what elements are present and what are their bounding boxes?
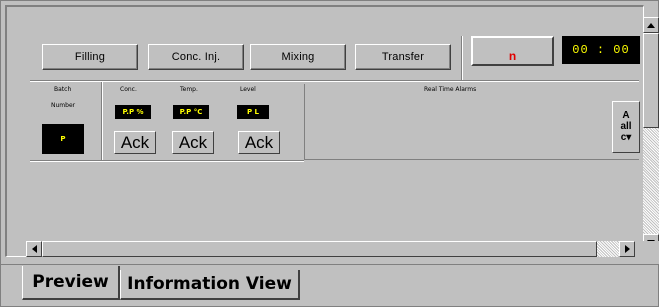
vertical-scroll-track[interactable]: [643, 128, 659, 234]
vertical-scroll-thumb[interactable]: [643, 33, 659, 128]
scroll-left-button[interactable]: [26, 241, 42, 257]
horizontal-scroll-thumb[interactable]: [42, 241, 597, 257]
conc-label: Conc.: [120, 86, 137, 93]
temp-label: Temp.: [180, 86, 198, 93]
scrollbar-corner: [635, 241, 659, 257]
arrow-right-icon: [624, 245, 630, 253]
horizontal-scrollbar[interactable]: [42, 241, 597, 257]
scroll-right-button[interactable]: [619, 241, 635, 257]
horizontal-scroll-track[interactable]: [597, 241, 619, 257]
tab-information-view[interactable]: Information View: [120, 270, 300, 300]
conc-display: P.P %: [115, 105, 151, 119]
vertical-scrollbar[interactable]: [643, 17, 659, 264]
alarm-indicator: n: [508, 49, 517, 63]
arrow-up-icon: [647, 22, 655, 28]
mixing-button[interactable]: Mixing: [250, 44, 346, 70]
divider: [461, 36, 463, 82]
app-window: Filling Conc. Inj. Mixing Transfer n 00 …: [0, 0, 659, 307]
filling-button[interactable]: Filling: [42, 44, 138, 70]
number-label: Number: [51, 102, 76, 109]
scroll-up-button[interactable]: [643, 17, 659, 33]
temp-display: P.P °C: [173, 105, 209, 119]
level-label: Level: [240, 86, 256, 93]
level-display: P L: [237, 105, 269, 119]
divider: [101, 82, 103, 160]
transfer-button[interactable]: Transfer: [355, 44, 451, 70]
alarm-button[interactable]: n: [471, 36, 554, 66]
divider: [30, 80, 639, 82]
batch-number-display: P: [42, 124, 84, 154]
conc-inj-button[interactable]: Conc. Inj.: [148, 44, 244, 70]
batch-label: Batch: [54, 86, 72, 93]
alarms-title: Real Time Alarms: [424, 86, 477, 93]
divider: [30, 160, 304, 162]
acknowledge-all-label: A all c▾: [620, 110, 632, 143]
arrow-left-icon: [31, 245, 37, 253]
level-ack-button[interactable]: Ack: [238, 131, 280, 154]
conc-ack-button[interactable]: Ack: [114, 131, 156, 154]
tab-preview[interactable]: Preview: [22, 266, 120, 300]
clock-display: 00 : 00: [562, 36, 640, 64]
tab-strip-border: [0, 264, 659, 265]
alarm-list: [304, 84, 639, 160]
acknowledge-all-button[interactable]: A all c▾: [612, 101, 640, 153]
temp-ack-button[interactable]: Ack: [172, 131, 214, 154]
